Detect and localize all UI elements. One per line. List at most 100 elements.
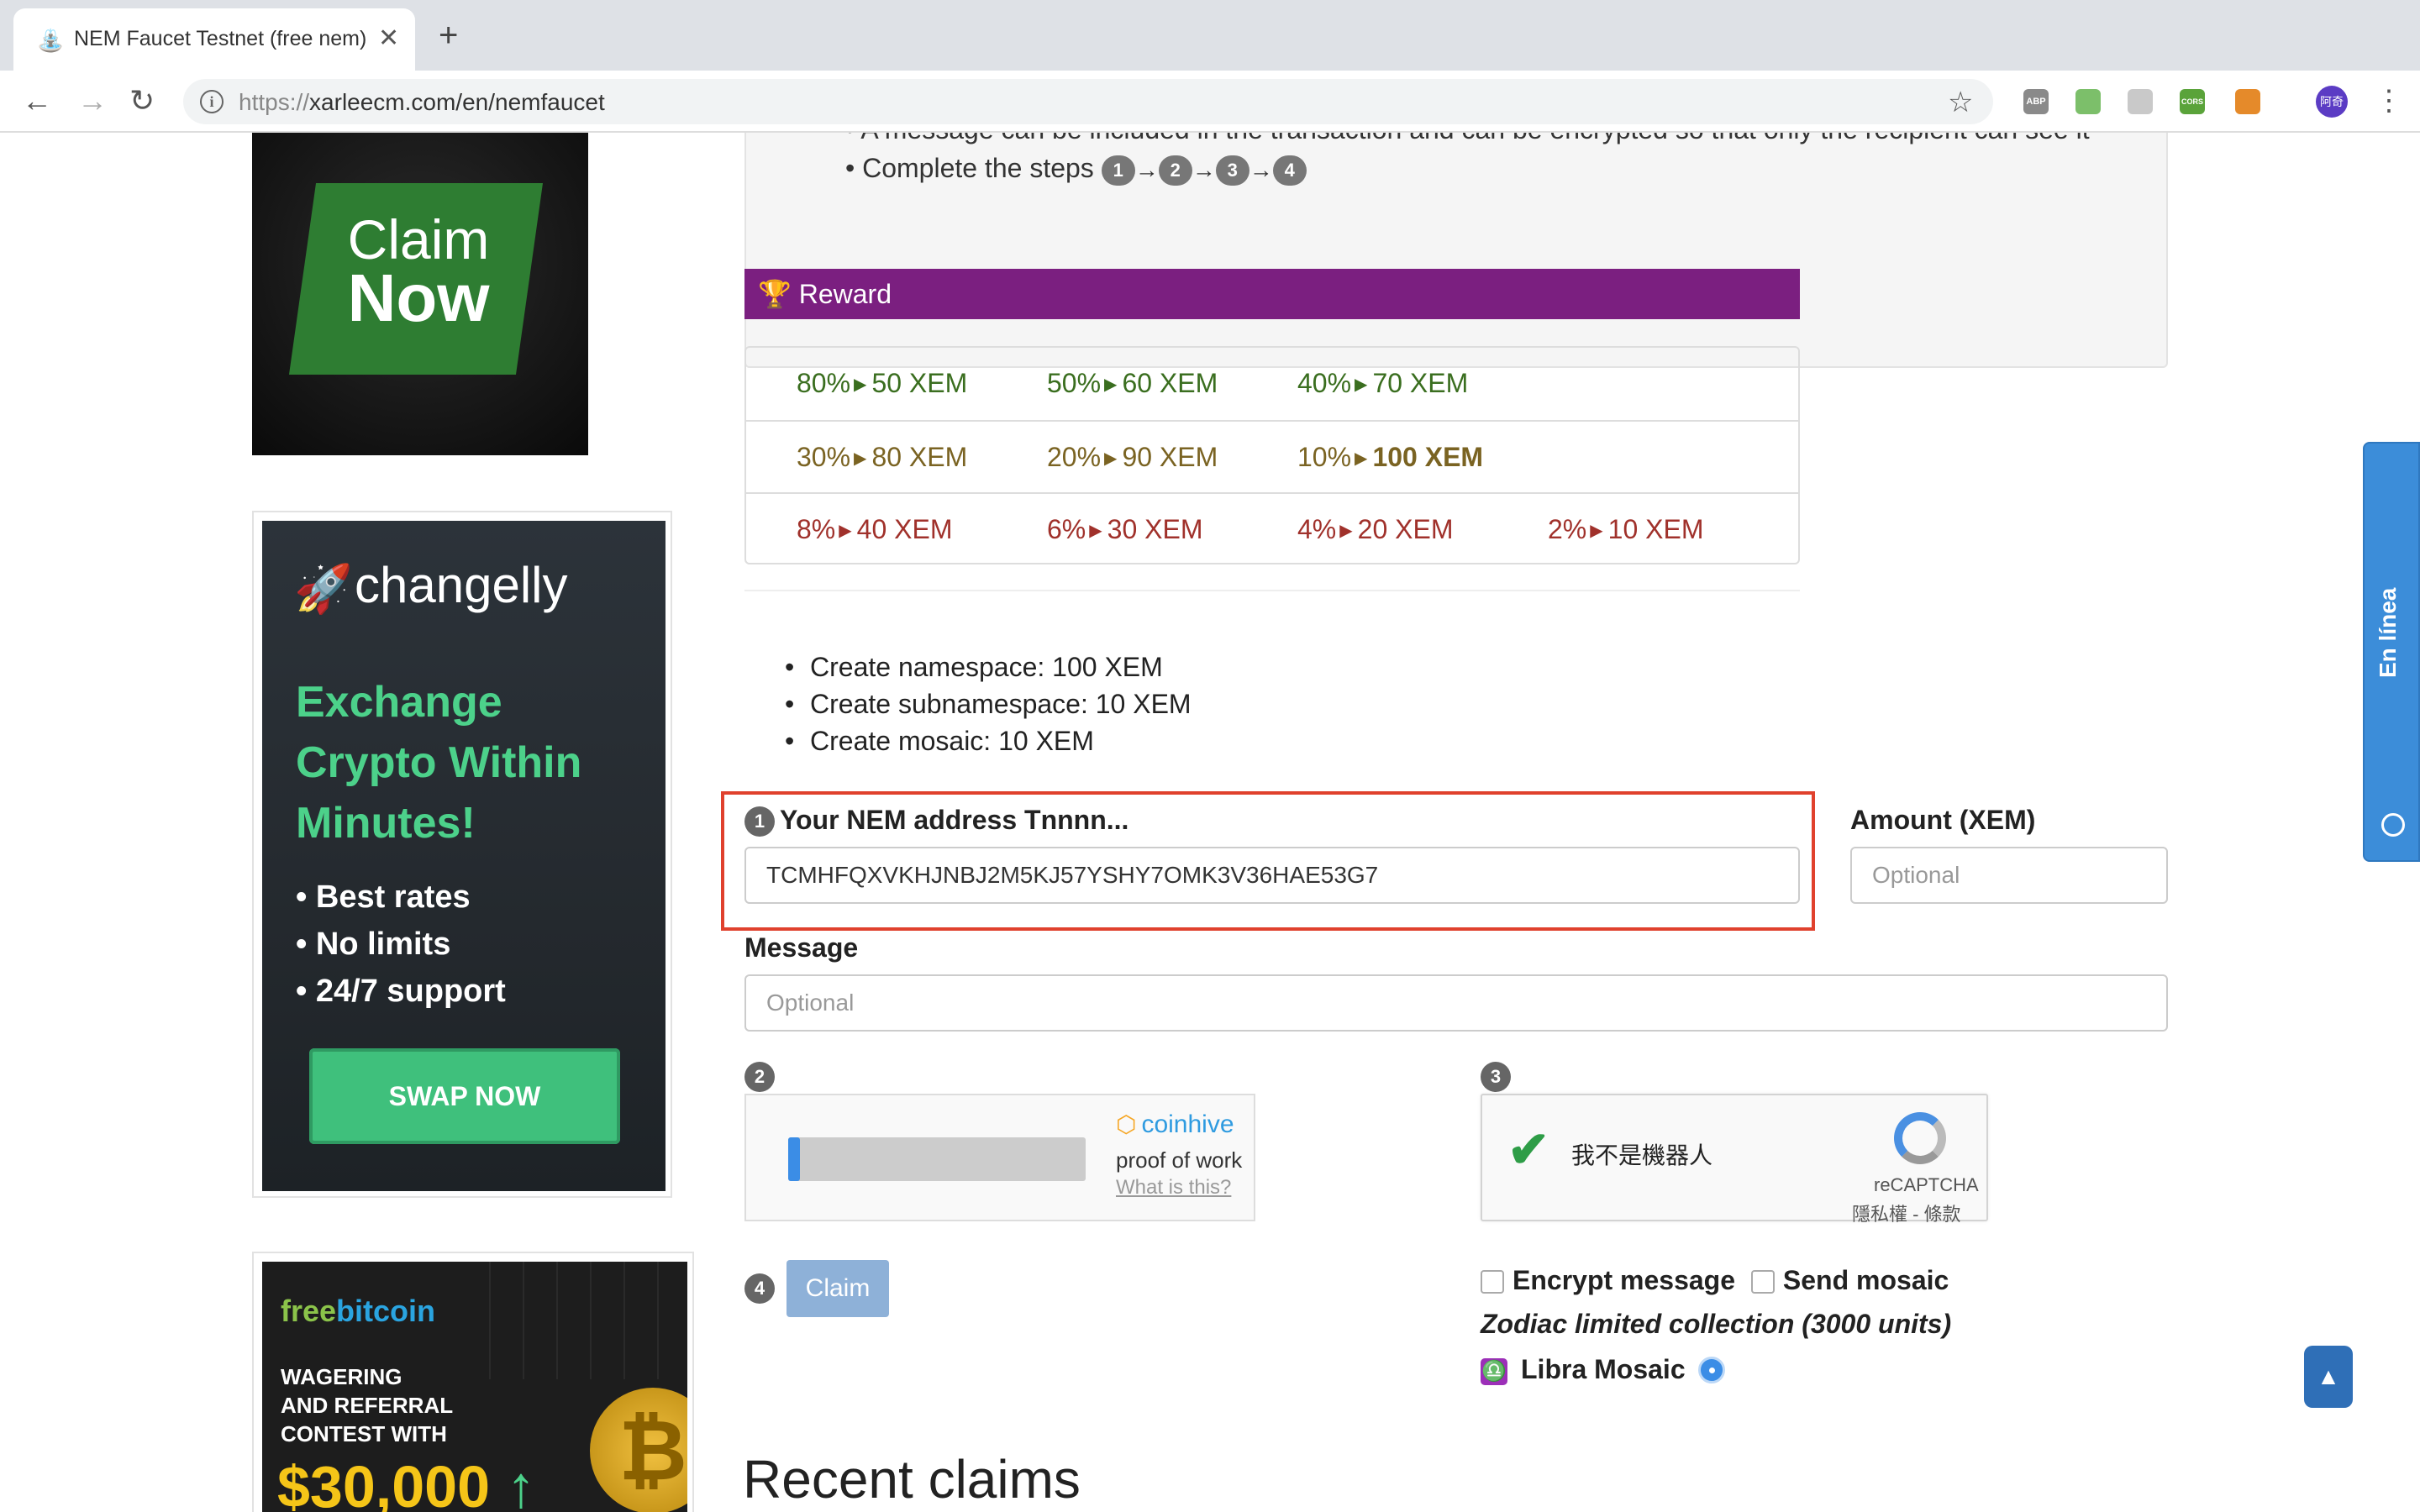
page-content: Claim Now 🚀 changelly Exchange Crypto Wi… xyxy=(0,133,2420,1512)
list-item: Create subnamespace: 10 XEM xyxy=(785,685,1192,722)
encrypt-label: Encrypt message xyxy=(1512,1265,1736,1295)
step-badge: 1 xyxy=(1101,155,1135,186)
list-item: Create mosaic: 10 XEM xyxy=(785,722,1192,759)
close-icon[interactable]: ✕ xyxy=(378,24,399,53)
captcha-step: 3 xyxy=(1481,1060,1516,1092)
steps-label: Complete the steps xyxy=(862,153,1094,183)
checkmark-icon[interactable]: ✔ xyxy=(1507,1121,1549,1179)
address-input[interactable] xyxy=(744,847,1800,904)
amount-input[interactable] xyxy=(1850,847,2168,904)
reward-cell: 2% ▶ 10 XEM xyxy=(1548,514,1704,544)
arrow-icon: → xyxy=(1249,156,1273,183)
address-bar[interactable]: i https://xarleecm.com/en/nemfaucet ☆ xyxy=(183,79,1993,124)
caret-right-icon: ▶ xyxy=(1339,522,1353,540)
new-tab-icon[interactable]: + xyxy=(439,18,458,52)
live-chat-tab[interactable]: En línea xyxy=(2363,442,2420,862)
caret-right-icon: ▶ xyxy=(1590,522,1603,540)
metamask-extension-icon[interactable] xyxy=(2235,89,2260,114)
menu-icon[interactable]: ⋮ xyxy=(2375,82,2403,119)
claim-step: 4 xyxy=(744,1272,780,1304)
browser-toolbar: ← → ↻ i https://xarleecm.com/en/nemfauce… xyxy=(0,71,2420,133)
scroll-to-top-button[interactable]: ▲ xyxy=(2304,1346,2353,1408)
message-label: Message xyxy=(744,932,859,963)
recaptcha-links[interactable]: 隱私權 - 條款 xyxy=(1852,1200,1961,1226)
amount-label: Amount (XEM) xyxy=(1850,805,2036,835)
pow-progress-bar xyxy=(788,1137,1086,1181)
costs-list: Create namespace: 100 XEM Create subname… xyxy=(785,648,1192,759)
step-badge: 1 xyxy=(744,806,775,837)
libra-mosaic-option[interactable]: ♎ Libra Mosaic xyxy=(1481,1354,1725,1385)
reward-cell: 50% ▶ 60 XEM xyxy=(1047,368,1218,398)
step-badge: 2 xyxy=(1158,155,1192,186)
claim-ad-line2: Now xyxy=(347,260,490,335)
list-item: Create namespace: 100 XEM xyxy=(785,648,1192,685)
recaptcha-brand: reCAPTCHA xyxy=(1874,1174,1979,1195)
swap-now-button[interactable]: SWAP NOW xyxy=(309,1048,620,1144)
reload-icon[interactable]: ↻ xyxy=(129,82,155,119)
caret-right-icon: ▶ xyxy=(1355,449,1368,468)
reward-row: 8% ▶ 40 XEM 6% ▶ 30 XEM 4% ▶ 20 XEM 2% ▶ 10 XEM xyxy=(746,492,1798,564)
pow-progress-fill xyxy=(788,1137,800,1181)
reward-row: 80% ▶ 50 XEM 50% ▶ 60 XEM 40% ▶ 70 XEM xyxy=(746,348,1798,420)
coinhive-brand: ⬡ coinhive xyxy=(1116,1110,1234,1138)
caret-right-icon: ▶ xyxy=(854,375,867,394)
freebitcoin-amount: $30,000 ↑ xyxy=(277,1454,536,1512)
profile-avatar[interactable]: 阿奇 xyxy=(2316,86,2348,118)
info-icon[interactable]: i xyxy=(200,90,224,113)
message-input[interactable] xyxy=(744,974,2168,1032)
address-label: 1 Your NEM address Tnnnn... xyxy=(744,805,1128,837)
step-badge: 3 xyxy=(1215,155,1249,186)
caret-right-icon: ▶ xyxy=(1355,375,1368,394)
claim-now-ad[interactable]: Claim Now xyxy=(252,133,588,455)
libra-radio[interactable] xyxy=(1697,1357,1725,1383)
cube-icon: ⬡ xyxy=(1116,1111,1137,1137)
bitcoin-coin-icon: ₿ xyxy=(590,1388,687,1512)
back-icon[interactable]: ← xyxy=(22,82,52,119)
info-box: • A message can be included in the trans… xyxy=(744,133,2168,368)
browser-tab[interactable]: ⛲ NEM Faucet Testnet (free nem) ✕ xyxy=(13,8,415,71)
bookmark-star-icon[interactable]: ☆ xyxy=(1948,86,1973,119)
freebitcoin-ad[interactable]: freebitcoin WAGERING AND REFERRAL CONTES… xyxy=(252,1252,694,1512)
info-message-line: A message can be included in the transac… xyxy=(860,133,2089,144)
recent-claims-heading: Recent claims xyxy=(743,1449,1081,1509)
freebitcoin-logo: freebitcoin xyxy=(281,1294,436,1328)
extension-icon[interactable] xyxy=(2075,89,2101,114)
reward-cell: 10% ▶ 100 XEM xyxy=(1297,442,1484,472)
changelly-headline: Exchange Crypto Within Minutes! xyxy=(296,678,582,848)
faucet-icon: ⛲ xyxy=(37,28,65,53)
send-mosaic-label: Send mosaic xyxy=(1782,1265,1949,1295)
forward-icon[interactable]: → xyxy=(77,82,108,119)
changelly-ad[interactable]: 🚀 changelly Exchange Crypto Within Minut… xyxy=(252,511,672,1198)
reward-cell: 20% ▶ 90 XEM xyxy=(1047,442,1218,472)
cors-extension-icon[interactable]: CORS xyxy=(2180,89,2205,114)
pow-step: 2 xyxy=(744,1060,780,1092)
step-badge: 3 xyxy=(1481,1062,1511,1092)
extension-icon[interactable] xyxy=(2128,89,2153,114)
trophy-icon: 🏆 xyxy=(758,279,792,309)
caret-right-icon: ▶ xyxy=(839,522,852,540)
reward-cell: 8% ▶ 40 XEM xyxy=(797,514,953,544)
recaptcha-widget[interactable]: ✔ 我不是機器人 reCAPTCHA 隱私權 - 條款 xyxy=(1481,1094,1988,1225)
rocket-icon: 🚀 xyxy=(294,562,353,615)
adblock-extension-icon[interactable]: ABP xyxy=(2023,89,2049,114)
what-is-this-link[interactable]: What is this? xyxy=(1116,1176,1231,1200)
step-badge: 2 xyxy=(744,1062,775,1092)
claim-button[interactable]: Claim xyxy=(786,1260,889,1317)
reward-cell: 30% ▶ 80 XEM xyxy=(797,442,968,472)
recaptcha-logo-icon xyxy=(1894,1112,1946,1164)
coinhive-widget[interactable]: ⬡ coinhive proof of work What is this? xyxy=(744,1094,1255,1221)
step-badge: 4 xyxy=(1272,155,1307,186)
url-text[interactable]: https://xarleecm.com/en/nemfaucet xyxy=(239,89,605,116)
changelly-logo: changelly xyxy=(355,557,568,613)
reward-row: 30% ▶ 80 XEM 20% ▶ 90 XEM 10% ▶ 100 XEM xyxy=(746,420,1798,492)
pow-label: proof of work xyxy=(1116,1147,1243,1173)
encrypt-checkbox[interactable] xyxy=(1481,1270,1504,1294)
browser-tab-bar: ⛲ NEM Faucet Testnet (free nem) ✕ + xyxy=(0,0,2420,71)
reward-cell: 6% ▶ 30 XEM xyxy=(1047,514,1203,544)
caret-right-icon: ▶ xyxy=(1104,449,1118,468)
caret-right-icon: ▶ xyxy=(1104,375,1118,394)
reward-table: 80% ▶ 50 XEM 50% ▶ 60 XEM 40% ▶ 70 XEM 30% ▶ 80 XEM… xyxy=(744,346,1800,564)
send-mosaic-checkbox[interactable] xyxy=(1750,1270,1775,1294)
step-badge: 4 xyxy=(744,1273,775,1304)
options-row: Encrypt message Send mosaic xyxy=(1481,1265,1949,1296)
